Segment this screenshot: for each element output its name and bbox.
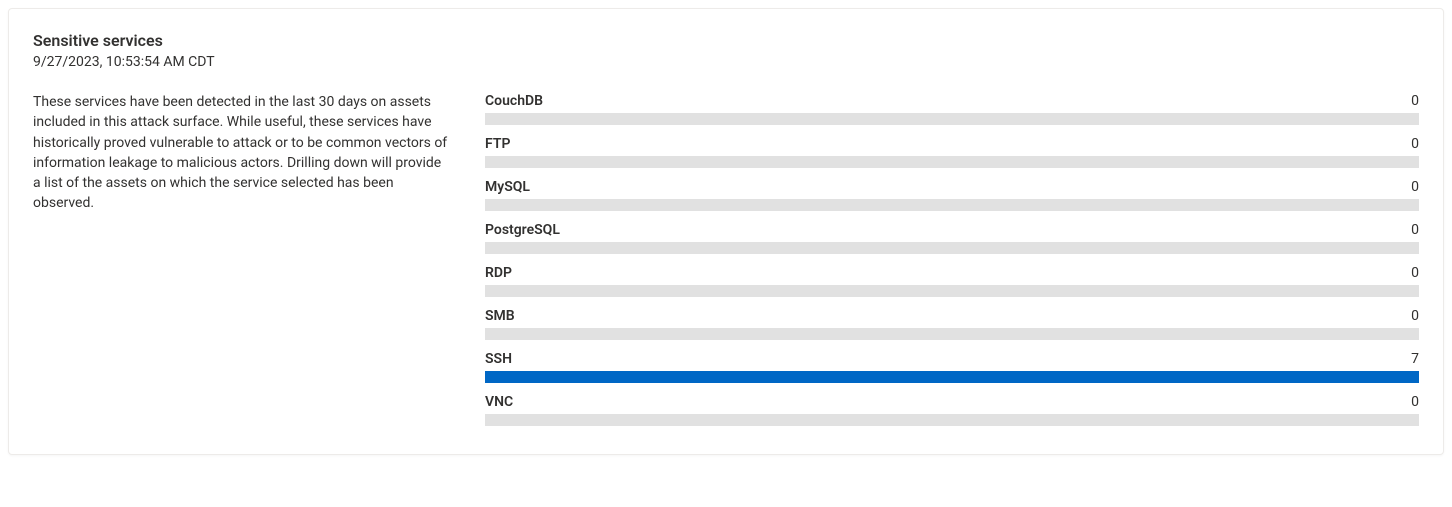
- service-row-header: SSH 7: [485, 351, 1419, 367]
- service-name: SSH: [485, 351, 512, 367]
- service-row[interactable]: SSH 7: [485, 351, 1419, 383]
- service-bar-track: [485, 414, 1419, 426]
- card-timestamp: 9/27/2023, 10:53:54 AM CDT: [33, 54, 451, 70]
- service-row-header: VNC 0: [485, 394, 1419, 410]
- service-name: FTP: [485, 136, 510, 152]
- service-row[interactable]: PostgreSQL 0: [485, 222, 1419, 254]
- service-count: 0: [1411, 93, 1419, 109]
- service-bar-track: [485, 242, 1419, 254]
- service-row[interactable]: SMB 0: [485, 308, 1419, 340]
- service-row-header: CouchDB 0: [485, 93, 1419, 109]
- service-row-header: SMB 0: [485, 308, 1419, 324]
- service-bar-track: [485, 371, 1419, 383]
- service-count: 0: [1411, 179, 1419, 195]
- service-bar-track: [485, 285, 1419, 297]
- service-bar-fill: [485, 371, 1419, 383]
- service-name: PostgreSQL: [485, 222, 560, 238]
- service-row[interactable]: VNC 0: [485, 394, 1419, 426]
- service-bar-track: [485, 113, 1419, 125]
- service-name: RDP: [485, 265, 512, 281]
- sensitive-services-card: Sensitive services 9/27/2023, 10:53:54 A…: [8, 8, 1444, 455]
- service-name: SMB: [485, 308, 515, 324]
- service-row[interactable]: FTP 0: [485, 136, 1419, 168]
- service-bar-track: [485, 156, 1419, 168]
- service-bar-track: [485, 199, 1419, 211]
- service-row-header: PostgreSQL 0: [485, 222, 1419, 238]
- service-name: VNC: [485, 394, 513, 410]
- service-count: 0: [1411, 394, 1419, 410]
- card-description: These services have been detected in the…: [33, 92, 451, 214]
- service-row-header: FTP 0: [485, 136, 1419, 152]
- service-row[interactable]: CouchDB 0: [485, 93, 1419, 125]
- service-row-header: MySQL 0: [485, 179, 1419, 195]
- service-bar-track: [485, 328, 1419, 340]
- service-row[interactable]: RDP 0: [485, 265, 1419, 297]
- service-count: 0: [1411, 308, 1419, 324]
- service-count: 0: [1411, 222, 1419, 238]
- service-count: 7: [1411, 351, 1419, 367]
- card-left: Sensitive services 9/27/2023, 10:53:54 A…: [33, 31, 451, 426]
- card-title: Sensitive services: [33, 31, 451, 50]
- service-row-header: RDP 0: [485, 265, 1419, 281]
- service-count: 0: [1411, 136, 1419, 152]
- service-count: 0: [1411, 265, 1419, 281]
- services-bar-list: CouchDB 0 FTP 0 MySQL 0 PostgreSQL 0 RDP 0 SMB 0 SSH…: [485, 31, 1419, 426]
- service-name: MySQL: [485, 179, 530, 195]
- service-row[interactable]: MySQL 0: [485, 179, 1419, 211]
- service-name: CouchDB: [485, 93, 543, 109]
